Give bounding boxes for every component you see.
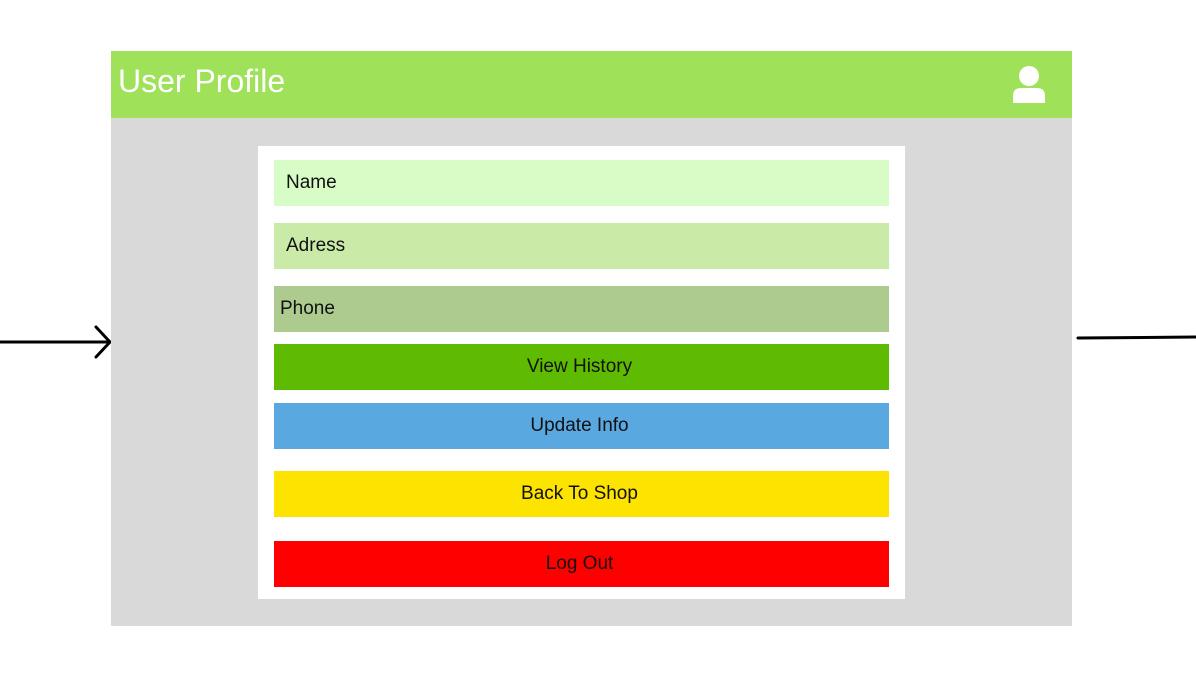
page-title: User Profile	[118, 63, 286, 99]
name-field[interactable]: Name	[274, 160, 889, 206]
profile-window: User Profile Name Adress Phone View Hist…	[111, 51, 1072, 626]
profile-card: Name Adress Phone View History Update In…	[258, 146, 905, 599]
address-field[interactable]: Adress	[274, 223, 889, 269]
user-icon[interactable]	[1011, 65, 1047, 105]
back-to-shop-button[interactable]: Back To Shop	[274, 471, 889, 517]
incoming-arrow-icon	[0, 325, 112, 359]
phone-field[interactable]: Phone	[274, 286, 889, 332]
outgoing-connector-line	[1076, 335, 1196, 340]
app-header: User Profile	[111, 51, 1072, 118]
update-info-button[interactable]: Update Info	[274, 403, 889, 449]
log-out-button[interactable]: Log Out	[274, 541, 889, 587]
view-history-button[interactable]: View History	[274, 344, 889, 390]
